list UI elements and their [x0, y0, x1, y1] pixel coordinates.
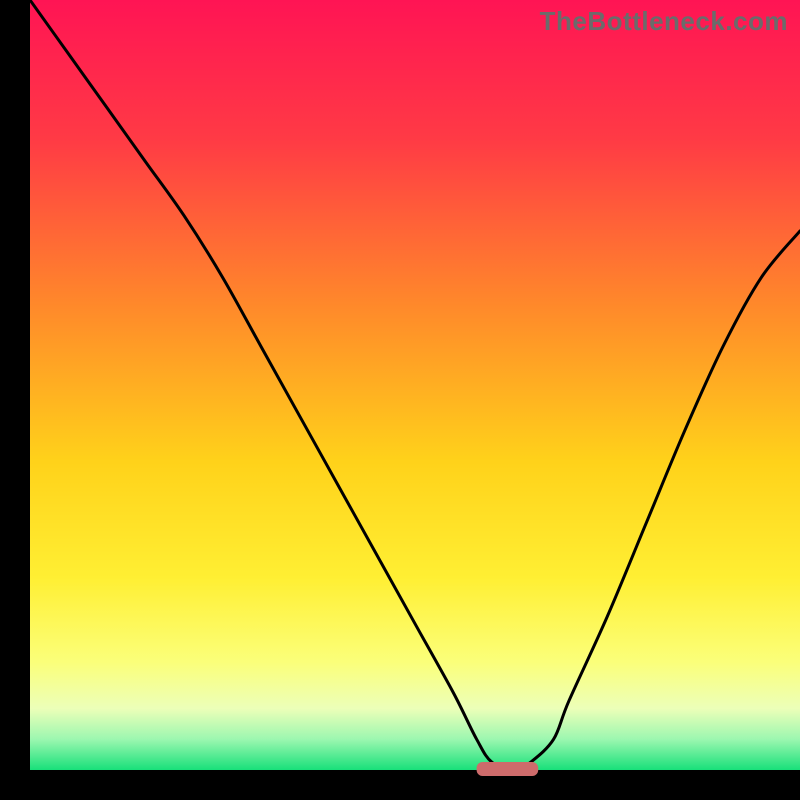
chart-svg [0, 0, 800, 800]
optimal-marker [477, 762, 539, 776]
watermark-text: TheBottleneck.com [540, 6, 788, 37]
plot-background [30, 0, 800, 770]
bottleneck-chart: TheBottleneck.com [0, 0, 800, 800]
